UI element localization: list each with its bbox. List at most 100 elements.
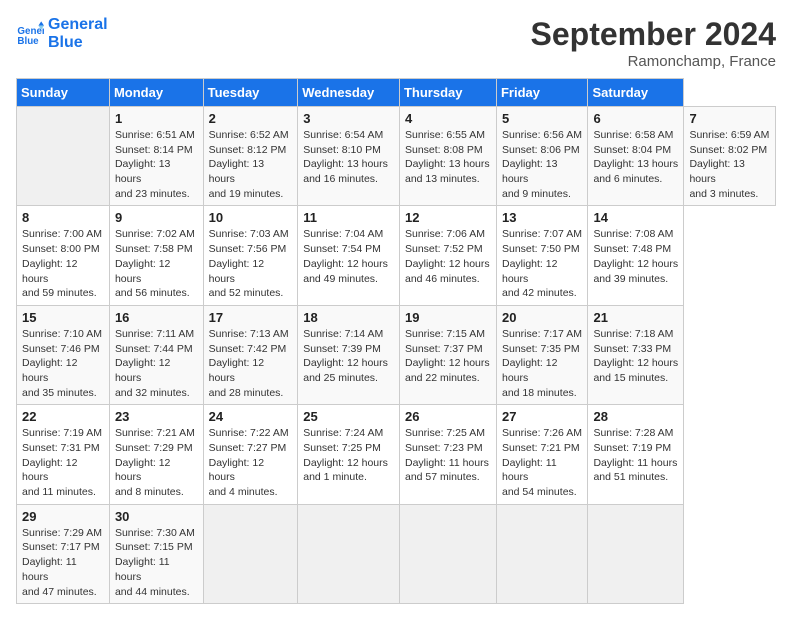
day-info: Sunrise: 7:03 AMSunset: 7:56 PMDaylight:… (209, 228, 289, 299)
table-row: 19 Sunrise: 7:15 AMSunset: 7:37 PMDayligh… (399, 305, 496, 404)
header-saturday: Saturday (588, 79, 684, 107)
table-row (399, 504, 496, 603)
header-wednesday: Wednesday (298, 79, 400, 107)
table-row: 7 Sunrise: 6:59 AMSunset: 8:02 PMDaylight… (684, 107, 776, 206)
day-number: 13 (502, 210, 582, 225)
day-info: Sunrise: 7:18 AMSunset: 7:33 PMDaylight:… (593, 328, 678, 384)
day-info: Sunrise: 7:26 AMSunset: 7:21 PMDaylight:… (502, 427, 582, 498)
day-number: 2 (209, 111, 293, 126)
day-number: 4 (405, 111, 491, 126)
day-number: 11 (303, 210, 394, 225)
header-monday: Monday (109, 79, 203, 107)
day-number: 12 (405, 210, 491, 225)
header-thursday: Thursday (399, 79, 496, 107)
table-row: 5 Sunrise: 6:56 AMSunset: 8:06 PMDaylight… (496, 107, 587, 206)
day-info: Sunrise: 6:56 AMSunset: 8:06 PMDaylight:… (502, 129, 582, 200)
page-header: General Blue General Blue September 2024… (16, 16, 776, 70)
table-row: 20Sunrise: 7:17 AMSunset: 7:35 PMDayligh… (496, 305, 587, 404)
day-number: 6 (593, 111, 678, 126)
table-row: 18 Sunrise: 7:14 AMSunset: 7:39 PMDayligh… (298, 305, 400, 404)
day-info: Sunrise: 7:07 AMSunset: 7:50 PMDaylight:… (502, 228, 582, 299)
day-info: Sunrise: 6:58 AMSunset: 8:04 PMDaylight:… (593, 129, 678, 185)
day-number: 16 (115, 310, 198, 325)
day-number: 23 (115, 409, 198, 424)
day-number: 30 (115, 509, 198, 524)
day-info: Sunrise: 6:52 AMSunset: 8:12 PMDaylight:… (209, 129, 289, 200)
month-title: September 2024 (531, 16, 776, 53)
day-info: Sunrise: 7:25 AMSunset: 7:23 PMDaylight:… (405, 427, 489, 483)
day-info: Sunrise: 7:24 AMSunset: 7:25 PMDaylight:… (303, 427, 388, 483)
calendar-header: Sunday Monday Tuesday Wednesday Thursday… (17, 79, 776, 107)
day-info: Sunrise: 7:29 AMSunset: 7:17 PMDaylight:… (22, 527, 102, 598)
table-row: 4 Sunrise: 6:55 AMSunset: 8:08 PMDaylight… (399, 107, 496, 206)
day-info: Sunrise: 7:30 AMSunset: 7:15 PMDaylight:… (115, 527, 195, 598)
table-row: 17Sunrise: 7:13 AMSunset: 7:42 PMDayligh… (203, 305, 298, 404)
table-row: 16 Sunrise: 7:11 AMSunset: 7:44 PMDayligh… (109, 305, 203, 404)
svg-text:Blue: Blue (17, 35, 39, 46)
day-info: Sunrise: 7:14 AMSunset: 7:39 PMDaylight:… (303, 328, 388, 384)
table-row: 2 Sunrise: 6:52 AMSunset: 8:12 PMDaylight… (203, 107, 298, 206)
calendar-body: 1 Sunrise: 6:51 AMSunset: 8:14 PMDaylight… (17, 107, 776, 604)
day-number: 17 (209, 310, 293, 325)
weekday-row: Sunday Monday Tuesday Wednesday Thursday… (17, 79, 776, 107)
table-row: 22 Sunrise: 7:19 AMSunset: 7:31 PMDayligh… (17, 405, 110, 504)
day-number: 18 (303, 310, 394, 325)
table-row: 28Sunrise: 7:28 AMSunset: 7:19 PMDayligh… (588, 405, 684, 504)
day-info: Sunrise: 7:21 AMSunset: 7:29 PMDaylight:… (115, 427, 195, 498)
logo: General Blue General Blue (16, 16, 108, 51)
calendar-table: Sunday Monday Tuesday Wednesday Thursday… (16, 78, 776, 604)
logo-icon: General Blue (16, 20, 44, 48)
day-number: 26 (405, 409, 491, 424)
table-row: 13 Sunrise: 7:07 AMSunset: 7:50 PMDayligh… (496, 206, 587, 305)
day-number: 20 (502, 310, 582, 325)
table-row (298, 504, 400, 603)
day-number: 29 (22, 509, 104, 524)
day-info: Sunrise: 7:08 AMSunset: 7:48 PMDaylight:… (593, 228, 678, 284)
day-info: Sunrise: 7:19 AMSunset: 7:31 PMDaylight:… (22, 427, 102, 498)
day-info: Sunrise: 6:51 AMSunset: 8:14 PMDaylight:… (115, 129, 195, 200)
title-block: September 2024 Ramonchamp, France (531, 16, 776, 70)
table-row: 10Sunrise: 7:03 AMSunset: 7:56 PMDayligh… (203, 206, 298, 305)
day-info: Sunrise: 7:22 AMSunset: 7:27 PMDaylight:… (209, 427, 289, 498)
calendar-week-row: 15Sunrise: 7:10 AMSunset: 7:46 PMDayligh… (17, 305, 776, 404)
location: Ramonchamp, France (531, 53, 776, 70)
empty-cell (17, 107, 110, 206)
day-info: Sunrise: 6:54 AMSunset: 8:10 PMDaylight:… (303, 129, 388, 185)
day-number: 14 (593, 210, 678, 225)
day-info: Sunrise: 7:10 AMSunset: 7:46 PMDaylight:… (22, 328, 102, 399)
table-row (203, 504, 298, 603)
calendar-week-row: 1 Sunrise: 6:51 AMSunset: 8:14 PMDaylight… (17, 107, 776, 206)
day-info: Sunrise: 6:59 AMSunset: 8:02 PMDaylight:… (689, 129, 769, 200)
calendar-week-row: 29 Sunrise: 7:29 AMSunset: 7:17 PMDayligh… (17, 504, 776, 603)
logo-text-general: General (48, 16, 108, 33)
table-row: 12 Sunrise: 7:06 AMSunset: 7:52 PMDayligh… (399, 206, 496, 305)
table-row: 15Sunrise: 7:10 AMSunset: 7:46 PMDayligh… (17, 305, 110, 404)
table-row: 26 Sunrise: 7:25 AMSunset: 7:23 PMDayligh… (399, 405, 496, 504)
day-number: 19 (405, 310, 491, 325)
day-number: 22 (22, 409, 104, 424)
day-info: Sunrise: 7:02 AMSunset: 7:58 PMDaylight:… (115, 228, 195, 299)
table-row: 8 Sunrise: 7:00 AMSunset: 8:00 PMDaylight… (17, 206, 110, 305)
header-tuesday: Tuesday (203, 79, 298, 107)
day-number: 8 (22, 210, 104, 225)
calendar-week-row: 8 Sunrise: 7:00 AMSunset: 8:00 PMDaylight… (17, 206, 776, 305)
table-row: 3Sunrise: 6:54 AMSunset: 8:10 PMDaylight… (298, 107, 400, 206)
table-row: 11Sunrise: 7:04 AMSunset: 7:54 PMDayligh… (298, 206, 400, 305)
table-row: 6 Sunrise: 6:58 AMSunset: 8:04 PMDaylight… (588, 107, 684, 206)
table-row (496, 504, 587, 603)
logo-text-blue: Blue (48, 34, 108, 52)
table-row: 25Sunrise: 7:24 AMSunset: 7:25 PMDayligh… (298, 405, 400, 504)
day-number: 28 (593, 409, 678, 424)
day-info: Sunrise: 7:06 AMSunset: 7:52 PMDaylight:… (405, 228, 490, 284)
day-info: Sunrise: 6:55 AMSunset: 8:08 PMDaylight:… (405, 129, 490, 185)
header-friday: Friday (496, 79, 587, 107)
day-number: 7 (689, 111, 770, 126)
day-number: 1 (115, 111, 198, 126)
table-row: 27Sunrise: 7:26 AMSunset: 7:21 PMDayligh… (496, 405, 587, 504)
day-info: Sunrise: 7:15 AMSunset: 7:37 PMDaylight:… (405, 328, 490, 384)
day-info: Sunrise: 7:00 AMSunset: 8:00 PMDaylight:… (22, 228, 102, 299)
day-number: 9 (115, 210, 198, 225)
day-number: 5 (502, 111, 582, 126)
table-row: 1 Sunrise: 6:51 AMSunset: 8:14 PMDaylight… (109, 107, 203, 206)
day-info: Sunrise: 7:11 AMSunset: 7:44 PMDaylight:… (115, 328, 194, 399)
